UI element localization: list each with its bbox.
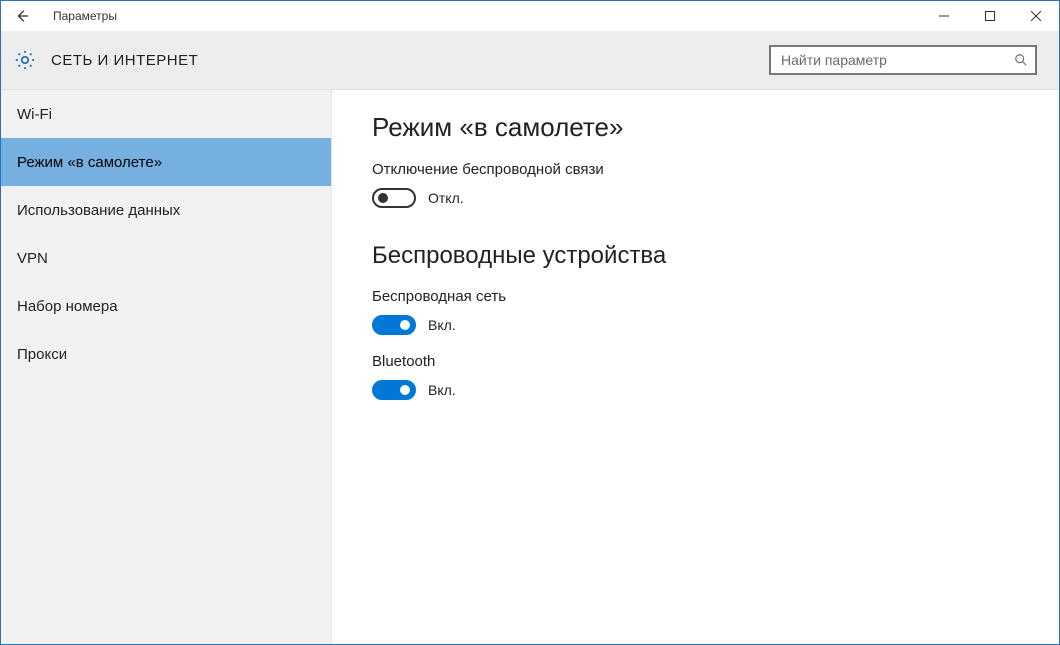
sidebar-item-vpn[interactable]: VPN (1, 234, 331, 282)
wireless-toggle-label: Вкл. (428, 317, 456, 333)
toggle-knob (400, 320, 410, 330)
sidebar-item-label: Набор номера (17, 298, 118, 315)
sidebar-item-dial-up[interactable]: Набор номера (1, 282, 331, 330)
sidebar-item-label: Режим «в самолете» (17, 154, 162, 171)
sidebar-item-label: Прокси (17, 346, 67, 363)
wireless-toggle-row: Вкл. (372, 315, 1019, 335)
window-title: Параметры (43, 9, 117, 23)
toggle-knob (400, 385, 410, 395)
minimize-button[interactable] (921, 1, 967, 31)
back-button[interactable] (1, 1, 43, 31)
maximize-icon (985, 11, 995, 21)
sidebar-item-label: Использование данных (17, 202, 180, 219)
bluetooth-toggle[interactable] (372, 380, 416, 400)
sidebar-item-proxy[interactable]: Прокси (1, 330, 331, 378)
page-title: Режим «в самолете» (372, 112, 1019, 143)
minimize-icon (939, 11, 949, 21)
close-icon (1031, 11, 1041, 21)
content-pane: Режим «в самолете» Отключение беспроводн… (332, 90, 1059, 644)
search-icon (1013, 52, 1029, 68)
settings-window: Параметры СЕТЬ И ИНТЕРНЕТ (0, 0, 1060, 645)
airplane-toggle-label: Откл. (428, 190, 464, 206)
category-header: СЕТЬ И ИНТЕРНЕТ (1, 31, 1059, 90)
sidebar: Wi-Fi Режим «в самолете» Использование д… (1, 90, 332, 644)
wireless-toggle[interactable] (372, 315, 416, 335)
wireless-network-label: Беспроводная сеть (372, 288, 1019, 305)
bluetooth-label: Bluetooth (372, 353, 1019, 370)
sidebar-item-data-usage[interactable]: Использование данных (1, 186, 331, 234)
sidebar-item-label: Wi-Fi (17, 106, 52, 123)
bluetooth-toggle-label: Вкл. (428, 382, 456, 398)
gear-icon (13, 48, 37, 72)
titlebar: Параметры (1, 1, 1059, 31)
airplane-description: Отключение беспроводной связи (372, 161, 1019, 178)
sidebar-item-label: VPN (17, 250, 48, 267)
search-input[interactable] (779, 51, 1013, 69)
toggle-knob (378, 193, 388, 203)
maximize-button[interactable] (967, 1, 1013, 31)
airplane-toggle[interactable] (372, 188, 416, 208)
category-title: СЕТЬ И ИНТЕРНЕТ (51, 52, 198, 69)
body: Wi-Fi Режим «в самолете» Использование д… (1, 90, 1059, 644)
section-wireless-devices: Беспроводные устройства (372, 242, 1019, 270)
close-button[interactable] (1013, 1, 1059, 31)
search-box[interactable] (769, 45, 1037, 75)
arrow-left-icon (15, 9, 29, 23)
airplane-toggle-row: Откл. (372, 188, 1019, 208)
bluetooth-toggle-row: Вкл. (372, 380, 1019, 400)
sidebar-item-wifi[interactable]: Wi-Fi (1, 90, 331, 138)
sidebar-item-airplane-mode[interactable]: Режим «в самолете» (1, 138, 331, 186)
